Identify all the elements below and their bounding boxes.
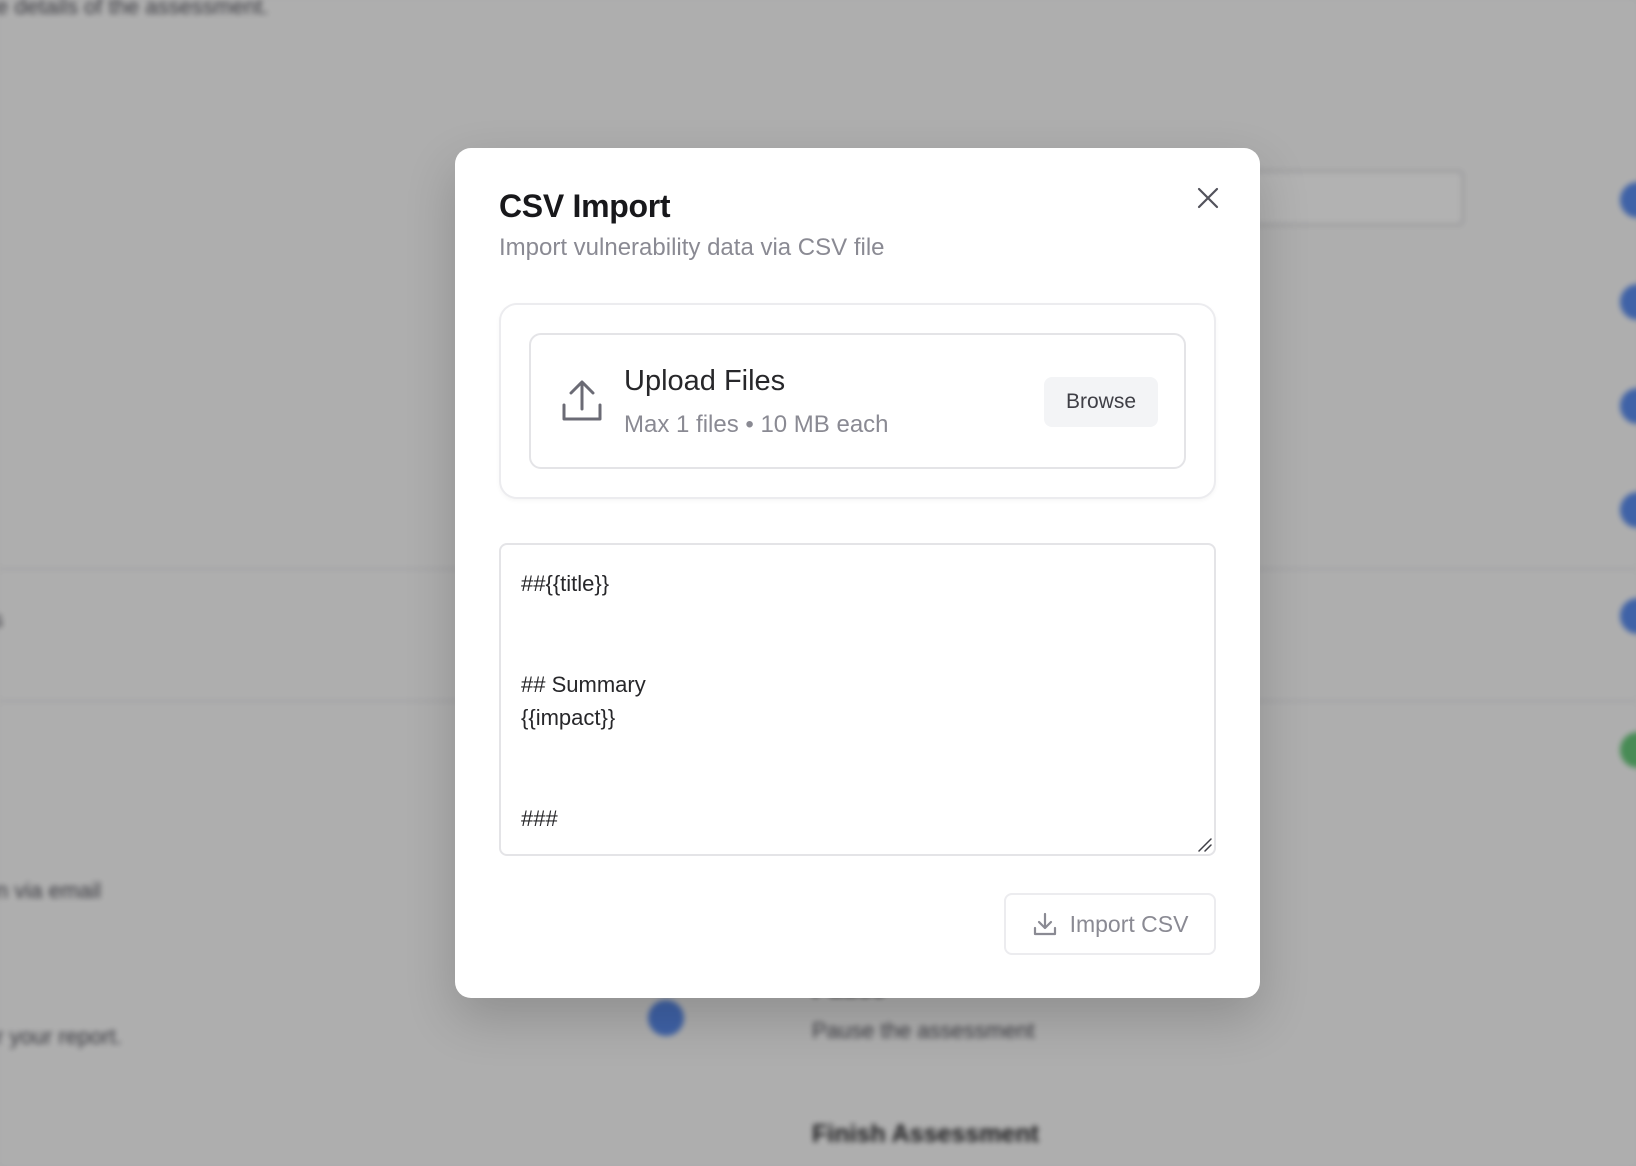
upload-dropzone[interactable]: Upload Files Max 1 files • 10 MB each Br… (499, 303, 1216, 499)
import-csv-label: Import CSV (1069, 910, 1189, 937)
close-icon (1197, 187, 1219, 209)
template-editor (499, 543, 1216, 856)
dialog-subtitle: Import vulnerability data via CSV file (499, 234, 885, 261)
download-icon (1033, 912, 1056, 936)
upload-icon (562, 380, 602, 421)
csv-import-dialog: CSV Import Import vulnerability data via… (455, 148, 1260, 998)
import-csv-button[interactable]: Import CSV (1004, 893, 1216, 955)
upload-limits: Max 1 files • 10 MB each (624, 411, 889, 438)
resize-handle-icon[interactable] (1196, 836, 1212, 852)
template-textarea[interactable] (501, 545, 1214, 854)
browse-button[interactable]: Browse (1044, 377, 1158, 427)
close-button[interactable] (1190, 180, 1226, 216)
upload-file-card: Upload Files Max 1 files • 10 MB each Br… (529, 333, 1186, 469)
dialog-title: CSV Import (499, 188, 671, 224)
upload-title: Upload Files (624, 365, 786, 397)
